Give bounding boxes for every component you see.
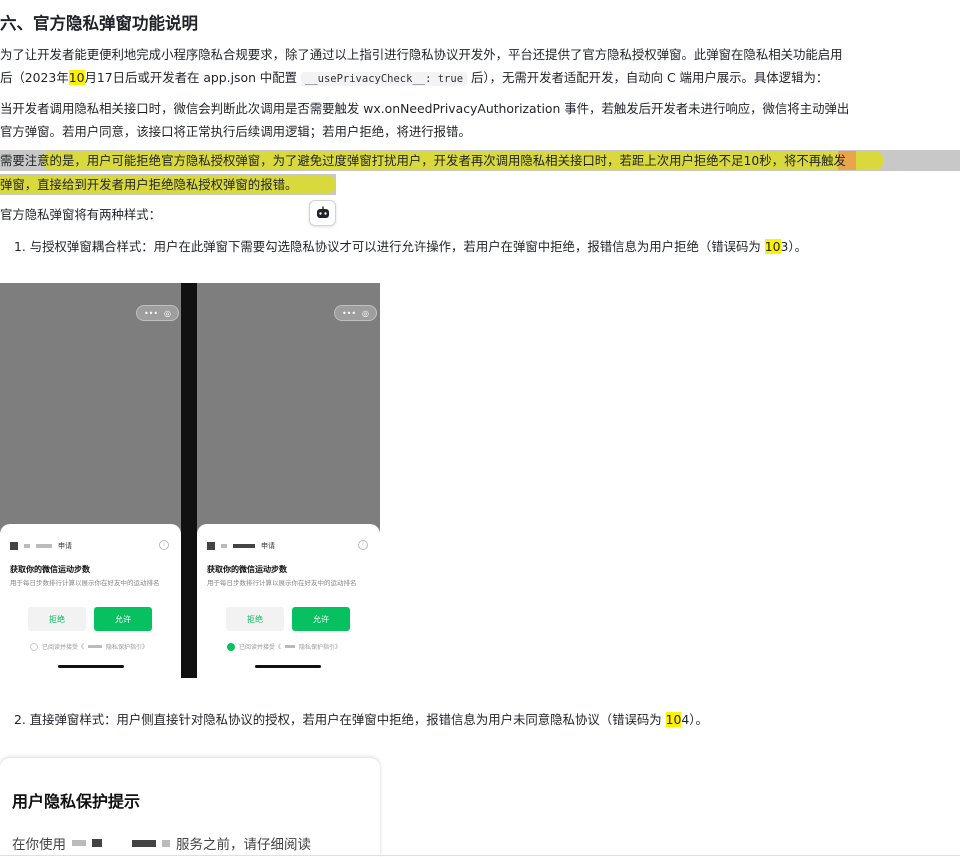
privacy-dialog-text-a: 在你使用: [12, 837, 66, 853]
allow-button[interactable]: 允许: [292, 607, 350, 631]
intro-text-2b: 月17日后或开发者在 app.json 中配置: [84, 70, 301, 85]
reject-button[interactable]: 拒绝: [28, 607, 86, 631]
sheet-title: 获取你的微信运动步数: [10, 565, 90, 574]
more-icon: •••: [341, 308, 357, 318]
home-indicator: [58, 665, 124, 668]
privacy-guide-link[interactable]: 隐私保护指引》: [299, 642, 341, 651]
auth-sheet: 申请 i 获取你的微信运动步数 用于每日步数排行计算以展示你在好友中的运动排名 …: [197, 524, 380, 678]
agree-row[interactable]: 已阅读并接受《 隐私保护指引》: [30, 642, 148, 651]
config-code: __usePrivacyCheck__: true: [300, 72, 468, 86]
close-target-icon: ◎: [164, 308, 172, 318]
agree-row[interactable]: 已阅读并接受《 隐私保护指引》: [227, 642, 341, 651]
list-item-2: 2. 直接弹窗样式：用户侧直接针对隐私协议的授权，若用户在弹窗中拒绝，报错信息为…: [14, 710, 708, 730]
item1-code-highlight: 10: [764, 239, 781, 254]
sheet-subtitle: 用于每日步数排行计算以展示你在好友中的运动排名: [207, 579, 357, 587]
page-bottom-border: [0, 855, 960, 856]
info-icon: i: [159, 540, 169, 550]
agree-prefix: 已阅读并接受《: [239, 644, 282, 651]
item2-text-end: ）。: [689, 712, 708, 727]
note-line-2: 弹窗，直接给到开发者用户拒绝隐私授权弹窗的报错。: [0, 177, 298, 192]
note-number: 10: [743, 153, 760, 168]
logic-line-1: 当开发者调用隐私相关接口时，微信会判断此次调用是否需要触发 wx.onNeedP…: [0, 101, 850, 116]
info-icon: i: [358, 540, 368, 550]
redacted-block: [88, 645, 103, 648]
more-icon: •••: [143, 308, 159, 318]
sheet-header: 申请: [10, 541, 72, 551]
item1-text: 1. 与授权弹窗耦合样式：用户在此弹窗下需要勾选隐私协议才可以进行允许操作，若用…: [14, 239, 765, 254]
phone-screenshot-checked: ••• ◎ 申请 i 获取你的微信运动步数 用于每日步数排行计算以展示你在好友中的…: [197, 283, 380, 678]
agree-checkbox-checked[interactable]: [227, 642, 235, 651]
redacted-block: [72, 840, 86, 846]
logic-line-2: 官方弹窗。若用户同意，该接口将正常执行后续调用逻辑；若用户拒绝，将进行报错。: [0, 124, 471, 139]
intro-text-2a: 后（2023年: [0, 70, 69, 85]
item1-text-end: ）。: [788, 239, 808, 254]
apply-label: 申请: [58, 542, 72, 550]
privacy-guide-link[interactable]: 隐私保护指引》: [106, 642, 148, 651]
note-text-1a: 需要注意的是，用户可能拒绝官方隐私授权弹窗，为了避免过度弹窗打扰用户，开发者再次…: [0, 153, 744, 168]
redacted-block: [24, 544, 30, 548]
sheet-header: 申请: [207, 541, 275, 551]
agree-checkbox[interactable]: [30, 642, 38, 651]
highlight-number: 10: [68, 70, 85, 85]
list-item-1: 1. 与授权弹窗耦合样式：用户在此弹窗下需要勾选隐私协议才可以进行允许操作，若用…: [14, 237, 807, 257]
section-title: 六、官方隐私弹窗功能说明: [0, 14, 198, 33]
note-text-1b: 秒，将不再触发: [759, 153, 846, 168]
app-avatar: [10, 542, 18, 550]
note-line-1: 需要注意的是，用户可能拒绝官方隐私授权弹窗，为了避免过度弹窗打扰用户，开发者再次…: [0, 149, 960, 172]
redacted-block: [233, 544, 255, 548]
redacted-block: [36, 544, 52, 548]
redacted-block: [92, 839, 102, 847]
intro-text-1: 为了让开发者能更便利地完成小程序隐私合规要求，除了通过以上指引进行隐私协议开发外…: [0, 47, 843, 62]
auth-sheet: 申请 i 获取你的微信运动步数 用于每日步数排行计算以展示你在好友中的运动排名 …: [0, 524, 181, 678]
phone-divider: [181, 283, 197, 678]
privacy-dialog-title: 用户隐私保护提示: [12, 792, 141, 811]
capsule-menu: ••• ◎: [334, 305, 377, 321]
capsule-menu: ••• ◎: [136, 305, 179, 321]
privacy-dialog-text-b: 服务之前，请仔细阅读: [176, 837, 311, 853]
redacted-block: [162, 839, 170, 847]
intro-line-2: 后（2023年10月17日后或开发者在 app.json 中配置 __usePr…: [0, 66, 960, 91]
redacted-block: [285, 645, 296, 648]
privacy-dialog-screenshot: 用户隐私保护提示 在你使用 服务之前，请仔细阅读: [0, 758, 380, 857]
sheet-subtitle: 用于每日步数排行计算以展示你在好友中的运动排名: [10, 579, 160, 587]
styles-intro: 官方隐私弹窗将有两种样式：: [0, 207, 162, 222]
sheet-title: 获取你的微信运动步数: [207, 565, 287, 574]
home-indicator: [255, 665, 321, 668]
app-avatar: [207, 542, 215, 550]
item2-text: 2. 直接弹窗样式：用户侧直接针对隐私协议的授权，若用户在弹窗中拒绝，报错信息为…: [14, 712, 666, 727]
redacted-block: [132, 839, 156, 847]
privacy-dialog-body: 在你使用 服务之前，请仔细阅读: [12, 833, 311, 853]
intro-line-1: 为了让开发者能更便利地完成小程序隐私合规要求，除了通过以上指引进行隐私协议开发外…: [0, 43, 960, 66]
phone-screenshot-unchecked: ••• ◎ 申请 i 获取你的微信运动步数 用于每日步数排行计算以展示你在好友中的…: [0, 283, 181, 678]
intro-text-2c: 后），无需开发者适配开发，自动向 C 端用户展示。具体逻辑为：: [467, 70, 829, 85]
agree-prefix: 已阅读并接受《: [42, 644, 85, 651]
redacted-block: [221, 544, 227, 548]
allow-button[interactable]: 允许: [94, 607, 152, 631]
apply-label: 申请: [261, 542, 275, 550]
reject-button[interactable]: 拒绝: [226, 607, 284, 631]
close-target-icon: ◎: [362, 308, 370, 318]
item2-code-highlight: 10: [665, 712, 682, 727]
